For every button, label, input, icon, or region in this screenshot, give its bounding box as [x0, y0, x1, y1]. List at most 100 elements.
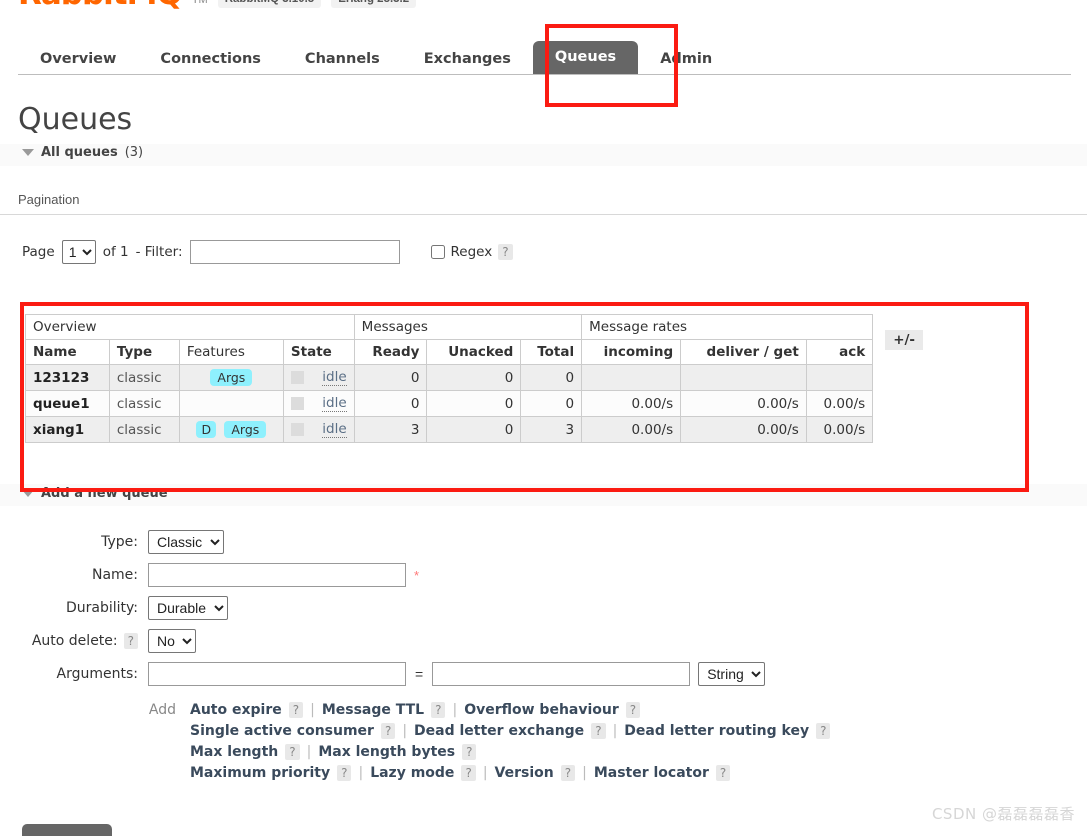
preset-max-length[interactable]: Max length — [190, 744, 278, 760]
form-row-auto-delete: Auto delete: ? No — [0, 629, 1087, 653]
cell-queue-features: D Args — [178, 416, 284, 443]
auto-delete-help-icon[interactable]: ? — [123, 633, 138, 649]
column-header-ready[interactable]: Ready — [353, 339, 428, 365]
name-input[interactable] — [148, 563, 406, 587]
durability-label: Durability: — [65, 600, 138, 616]
master-locator-help-icon[interactable]: ? — [715, 765, 731, 781]
auto-delete-select[interactable]: No — [148, 629, 196, 653]
logo-trademark: TM — [191, 0, 208, 6]
preset-max-length-bytes[interactable]: Max length bytes — [318, 744, 455, 760]
regex-label: Regex — [450, 244, 493, 260]
cell-unacked: 0 — [426, 416, 522, 443]
queues-table-wrapper: Overview Messages Message rates +/- Name… — [25, 314, 940, 443]
form-row-arguments: Arguments: = String — [0, 662, 1087, 686]
preset-dead-letter-routing-key[interactable]: Dead letter routing key — [624, 723, 809, 739]
auto-expire-help-icon[interactable]: ? — [288, 702, 304, 718]
page-label: Page — [22, 244, 55, 260]
max-length-help-icon[interactable]: ? — [285, 744, 300, 760]
tab-queues[interactable]: Queues — [532, 40, 639, 74]
lazy-mode-help-icon[interactable]: ? — [461, 765, 476, 781]
state-label: idle — [322, 421, 347, 438]
tab-channels[interactable]: Channels — [283, 43, 402, 75]
filter-label: - Filter: — [135, 244, 183, 260]
app-header: RabbitMQ TM RabbitMQ 3.10.5 Erlang 25.3.… — [0, 0, 1087, 14]
tab-connections[interactable]: Connections — [138, 43, 283, 75]
preset-auto-expire[interactable]: Auto expire — [190, 702, 282, 718]
table-group-header-row: Overview Messages Message rates +/- — [25, 314, 940, 365]
column-header-name[interactable]: Name — [25, 339, 110, 365]
column-header-ack[interactable]: ack — [805, 339, 874, 365]
separator: | — [482, 765, 488, 781]
regex-toggle-group: Regex ? — [430, 244, 513, 260]
single-active-consumer-help-icon[interactable]: ? — [380, 723, 396, 739]
dead-letter-routing-key-help-icon[interactable]: ? — [816, 723, 831, 739]
table-row[interactable]: xiang1 classic D Args idle 3 0 3 0.00/s … — [25, 416, 940, 443]
overflow-behaviour-help-icon[interactable]: ? — [625, 702, 641, 718]
cell-queue-type: classic — [108, 416, 180, 443]
main-navigation: Overview Connections Channels Exchanges … — [0, 36, 1087, 76]
cell-incoming: 0.00/s — [581, 390, 682, 417]
state-indicator-icon — [290, 397, 304, 410]
nav-divider — [18, 74, 1071, 75]
add-queue-section-header[interactable]: Add a new queue — [22, 486, 168, 501]
argument-type-select[interactable]: String — [698, 662, 766, 686]
preset-dead-letter-exchange[interactable]: Dead letter exchange — [414, 723, 584, 739]
column-header-state[interactable]: State — [282, 339, 355, 365]
row-spacer-cell — [872, 416, 940, 443]
add-queue-label: Add a new queue — [41, 486, 168, 501]
maximum-priority-help-icon[interactable]: ? — [337, 765, 352, 781]
preset-lazy-mode[interactable]: Lazy mode — [370, 765, 454, 781]
regex-help-icon[interactable]: ? — [498, 244, 513, 260]
all-queues-section-header[interactable]: All queues (3) — [22, 145, 143, 160]
plus-minus-button[interactable]: +/- — [885, 329, 924, 350]
cell-queue-name[interactable]: 123123 — [25, 364, 110, 391]
tab-exchanges[interactable]: Exchanges — [402, 43, 533, 75]
version-help-icon[interactable]: ? — [560, 765, 576, 781]
page-select[interactable]: 1 — [61, 240, 96, 264]
cell-queue-name[interactable]: queue1 — [25, 390, 110, 417]
dead-letter-exchange-help-icon[interactable]: ? — [591, 723, 606, 739]
cell-queue-name[interactable]: xiang1 — [25, 416, 110, 443]
table-row[interactable]: 123123 classic Args idle 0 0 0 — [25, 364, 940, 391]
filter-input[interactable] — [189, 240, 400, 264]
chevron-down-icon[interactable] — [22, 149, 34, 156]
max-length-bytes-help-icon[interactable]: ? — [462, 744, 477, 760]
durability-select[interactable]: Durable — [148, 596, 228, 620]
type-select[interactable]: Classic — [148, 530, 224, 554]
add-queue-submit-button[interactable] — [22, 824, 112, 836]
form-row-name: Name: * — [0, 563, 1087, 587]
separator: | — [306, 744, 312, 760]
tab-overview[interactable]: Overview — [18, 43, 138, 75]
preset-single-active-consumer[interactable]: Single active consumer — [190, 723, 374, 739]
column-header-features: Features — [178, 339, 284, 365]
cell-ready: 3 — [353, 416, 428, 443]
argument-value-input[interactable] — [432, 662, 691, 686]
regex-checkbox[interactable] — [430, 245, 445, 259]
tab-admin[interactable]: Admin — [638, 43, 734, 75]
chevron-down-icon[interactable] — [22, 490, 34, 497]
preset-maximum-priority[interactable]: Maximum priority — [190, 765, 330, 781]
pagination-divider — [0, 214, 1087, 215]
column-header-unacked[interactable]: Unacked — [426, 339, 522, 365]
all-queues-count: (3) — [124, 145, 144, 160]
preset-message-ttl[interactable]: Message TTL — [322, 702, 424, 718]
argument-key-input[interactable] — [148, 662, 406, 686]
preset-overflow-behaviour[interactable]: Overflow behaviour — [464, 702, 619, 718]
state-indicator-icon — [290, 423, 304, 436]
arguments-label: Arguments: — [56, 666, 138, 682]
page-title: Queues — [18, 102, 133, 137]
cell-queue-state: idle — [282, 390, 355, 417]
table-row[interactable]: queue1 classic idle 0 0 0 0.00/s 0.00/s … — [25, 390, 940, 417]
cell-ack: 0.00/s — [805, 390, 874, 417]
column-header-type[interactable]: Type — [108, 339, 180, 365]
preset-version[interactable]: Version — [495, 765, 554, 781]
cell-incoming: 0.00/s — [581, 416, 682, 443]
message-ttl-help-icon[interactable]: ? — [431, 702, 446, 718]
column-header-incoming[interactable]: incoming — [581, 339, 682, 365]
column-header-deliver-get[interactable]: deliver / get — [680, 339, 807, 365]
cell-ready: 0 — [353, 364, 428, 391]
watermark: CSDN @磊磊磊磊香 — [931, 805, 1075, 823]
preset-master-locator[interactable]: Master locator — [594, 765, 709, 781]
column-header-total[interactable]: Total — [520, 339, 583, 365]
rabbitmq-logo: RabbitMQ — [18, 0, 183, 12]
